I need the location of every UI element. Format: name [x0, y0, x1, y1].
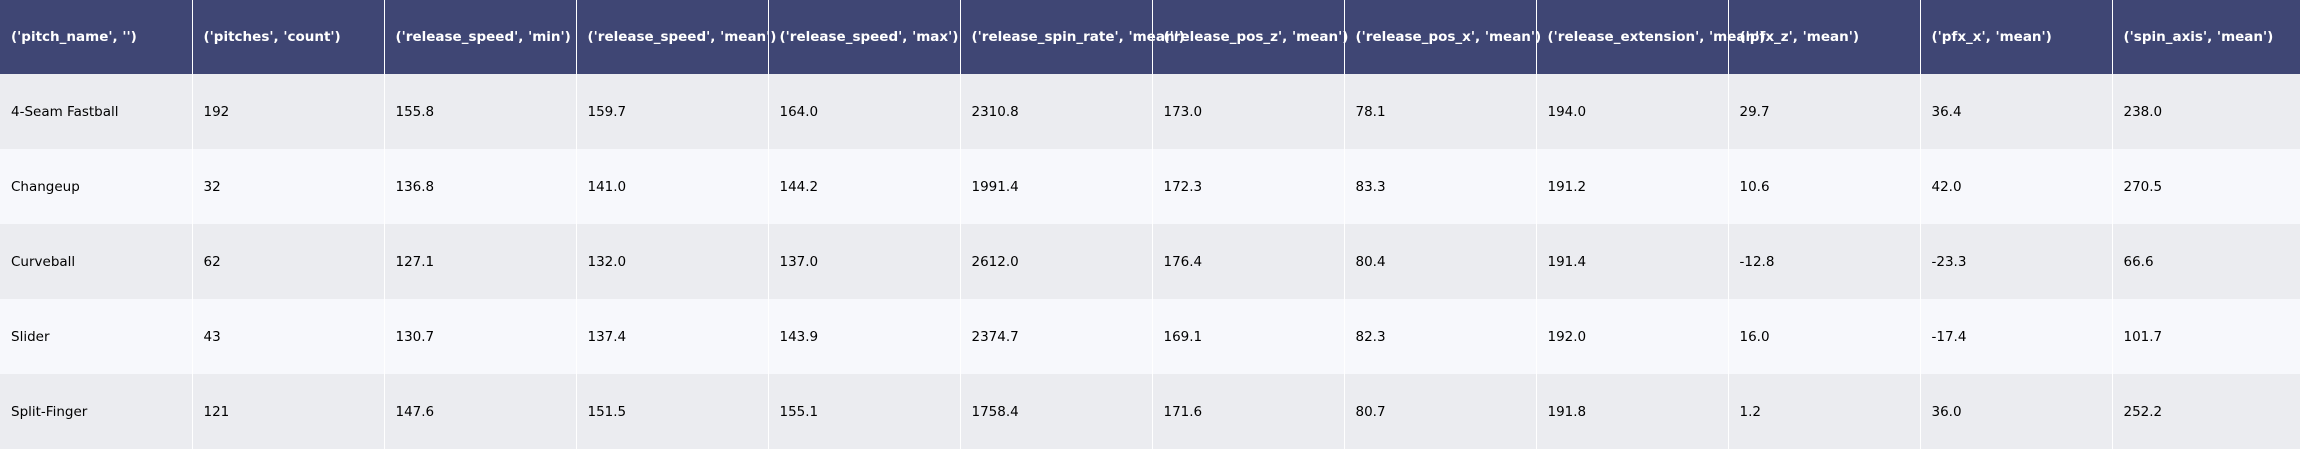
- column-header-release-speed-min: ('release_speed', 'min'): [384, 0, 577, 74]
- cell-release-speed-max: 137.0: [768, 224, 961, 299]
- table-header: ('pitch_name', '') ('pitches', 'count') …: [0, 0, 2300, 74]
- cell-release-speed-max: 164.0: [768, 74, 961, 149]
- table-row: Curveball 62 127.1 132.0 137.0 2612.0 176.4 80.…: [0, 224, 2300, 299]
- cell-release-extension-mean: 191.2: [1536, 149, 1729, 224]
- column-header-pfx-x-mean: ('pfx_x', 'mean'): [1920, 0, 2113, 74]
- cell-release-pos-x-mean: 78.1: [1344, 74, 1537, 149]
- column-header-release-pos-x-mean: ('release_pos_x', 'mean'): [1344, 0, 1541, 74]
- cell-release-spin-rate-mean: 1991.4: [960, 149, 1153, 224]
- cell-release-spin-rate-mean: 2310.8: [960, 74, 1153, 149]
- cell-release-spin-rate-mean: 1758.4: [960, 374, 1153, 449]
- header-row: ('pitch_name', '') ('pitches', 'count') …: [0, 0, 2300, 74]
- cell-pfx-x-mean: -23.3: [1920, 224, 2113, 299]
- cell-release-spin-rate-mean: 2374.7: [960, 299, 1153, 374]
- cell-release-pos-x-mean: 80.7: [1344, 374, 1537, 449]
- cell-release-pos-x-mean: 83.3: [1344, 149, 1537, 224]
- cell-pfx-z-mean: 1.2: [1728, 374, 1921, 449]
- cell-pitches-count: 32: [192, 149, 385, 224]
- cell-spin-axis-mean: 270.5: [2112, 149, 2300, 224]
- table-row: 4-Seam Fastball 192 155.8 159.7 164.0 2310.8 1…: [0, 74, 2300, 149]
- column-header-spin-axis-mean: ('spin_axis', 'mean'): [2112, 0, 2300, 74]
- cell-pitches-count: 62: [192, 224, 385, 299]
- cell-release-speed-min: 127.1: [384, 224, 577, 299]
- cell-spin-axis-mean: 238.0: [2112, 74, 2300, 149]
- column-header-release-extension-mean: ('release_extension', 'mean'): [1536, 0, 1765, 74]
- cell-release-speed-max: 143.9: [768, 299, 961, 374]
- cell-release-extension-mean: 194.0: [1536, 74, 1729, 149]
- table-body: 4-Seam Fastball 192 155.8 159.7 164.0 2310.8 1…: [0, 74, 2300, 449]
- cell-pfx-z-mean: 29.7: [1728, 74, 1921, 149]
- cell-release-speed-min: 130.7: [384, 299, 577, 374]
- cell-release-speed-mean: 141.0: [576, 149, 769, 224]
- cell-spin-axis-mean: 66.6: [2112, 224, 2300, 299]
- cell-pitch-name: 4-Seam Fastball: [0, 74, 193, 149]
- cell-release-pos-z-mean: 172.3: [1152, 149, 1345, 224]
- cell-release-pos-x-mean: 80.4: [1344, 224, 1537, 299]
- cell-pitches-count: 192: [192, 74, 385, 149]
- cell-release-pos-z-mean: 176.4: [1152, 224, 1345, 299]
- cell-release-pos-z-mean: 171.6: [1152, 374, 1345, 449]
- cell-pfx-x-mean: 36.0: [1920, 374, 2113, 449]
- column-header-pitches-count: ('pitches', 'count'): [192, 0, 385, 74]
- cell-release-speed-min: 136.8: [384, 149, 577, 224]
- cell-release-extension-mean: 191.8: [1536, 374, 1729, 449]
- cell-pitch-name: Curveball: [0, 224, 193, 299]
- cell-release-speed-mean: 137.4: [576, 299, 769, 374]
- cell-pfx-z-mean: 10.6: [1728, 149, 1921, 224]
- cell-pitches-count: 43: [192, 299, 385, 374]
- cell-pitch-name: Changeup: [0, 149, 193, 224]
- cell-pfx-x-mean: 36.4: [1920, 74, 2113, 149]
- cell-release-speed-mean: 151.5: [576, 374, 769, 449]
- cell-pitch-name: Slider: [0, 299, 193, 374]
- cell-release-speed-max: 155.1: [768, 374, 961, 449]
- cell-pfx-x-mean: -17.4: [1920, 299, 2113, 374]
- cell-pitch-name: Split-Finger: [0, 374, 193, 449]
- column-header-release-speed-mean: ('release_speed', 'mean'): [576, 0, 776, 74]
- cell-spin-axis-mean: 252.2: [2112, 374, 2300, 449]
- column-header-release-pos-z-mean: ('release_pos_z', 'mean'): [1152, 0, 1348, 74]
- column-header-release-speed-max: ('release_speed', 'max'): [768, 0, 961, 74]
- column-header-pitch-name: ('pitch_name', ''): [0, 0, 193, 74]
- cell-pfx-z-mean: -12.8: [1728, 224, 1921, 299]
- cell-pfx-z-mean: 16.0: [1728, 299, 1921, 374]
- cell-release-speed-min: 147.6: [384, 374, 577, 449]
- cell-release-pos-z-mean: 173.0: [1152, 74, 1345, 149]
- cell-release-speed-max: 144.2: [768, 149, 961, 224]
- table-row: Changeup 32 136.8 141.0 144.2 1991.4 172.3 83.3…: [0, 149, 2300, 224]
- cell-release-extension-mean: 192.0: [1536, 299, 1729, 374]
- cell-pitches-count: 121: [192, 374, 385, 449]
- cell-release-pos-z-mean: 169.1: [1152, 299, 1345, 374]
- table-row: Split-Finger 121 147.6 151.5 155.1 1758.4 171.…: [0, 374, 2300, 449]
- cell-release-spin-rate-mean: 2612.0: [960, 224, 1153, 299]
- cell-release-speed-mean: 159.7: [576, 74, 769, 149]
- table-row: Slider 43 130.7 137.4 143.9 2374.7 169.1 82.3 19…: [0, 299, 2300, 374]
- column-header-release-spin-rate-mean: ('release_spin_rate', 'mean'): [960, 0, 1185, 74]
- cell-spin-axis-mean: 101.7: [2112, 299, 2300, 374]
- cell-release-pos-x-mean: 82.3: [1344, 299, 1537, 374]
- cell-release-speed-min: 155.8: [384, 74, 577, 149]
- cell-release-speed-mean: 132.0: [576, 224, 769, 299]
- cell-pfx-x-mean: 42.0: [1920, 149, 2113, 224]
- pitch-summary-table: ('pitch_name', '') ('pitches', 'count') …: [0, 0, 2300, 449]
- cell-release-extension-mean: 191.4: [1536, 224, 1729, 299]
- column-header-pfx-z-mean: ('pfx_z', 'mean'): [1728, 0, 1921, 74]
